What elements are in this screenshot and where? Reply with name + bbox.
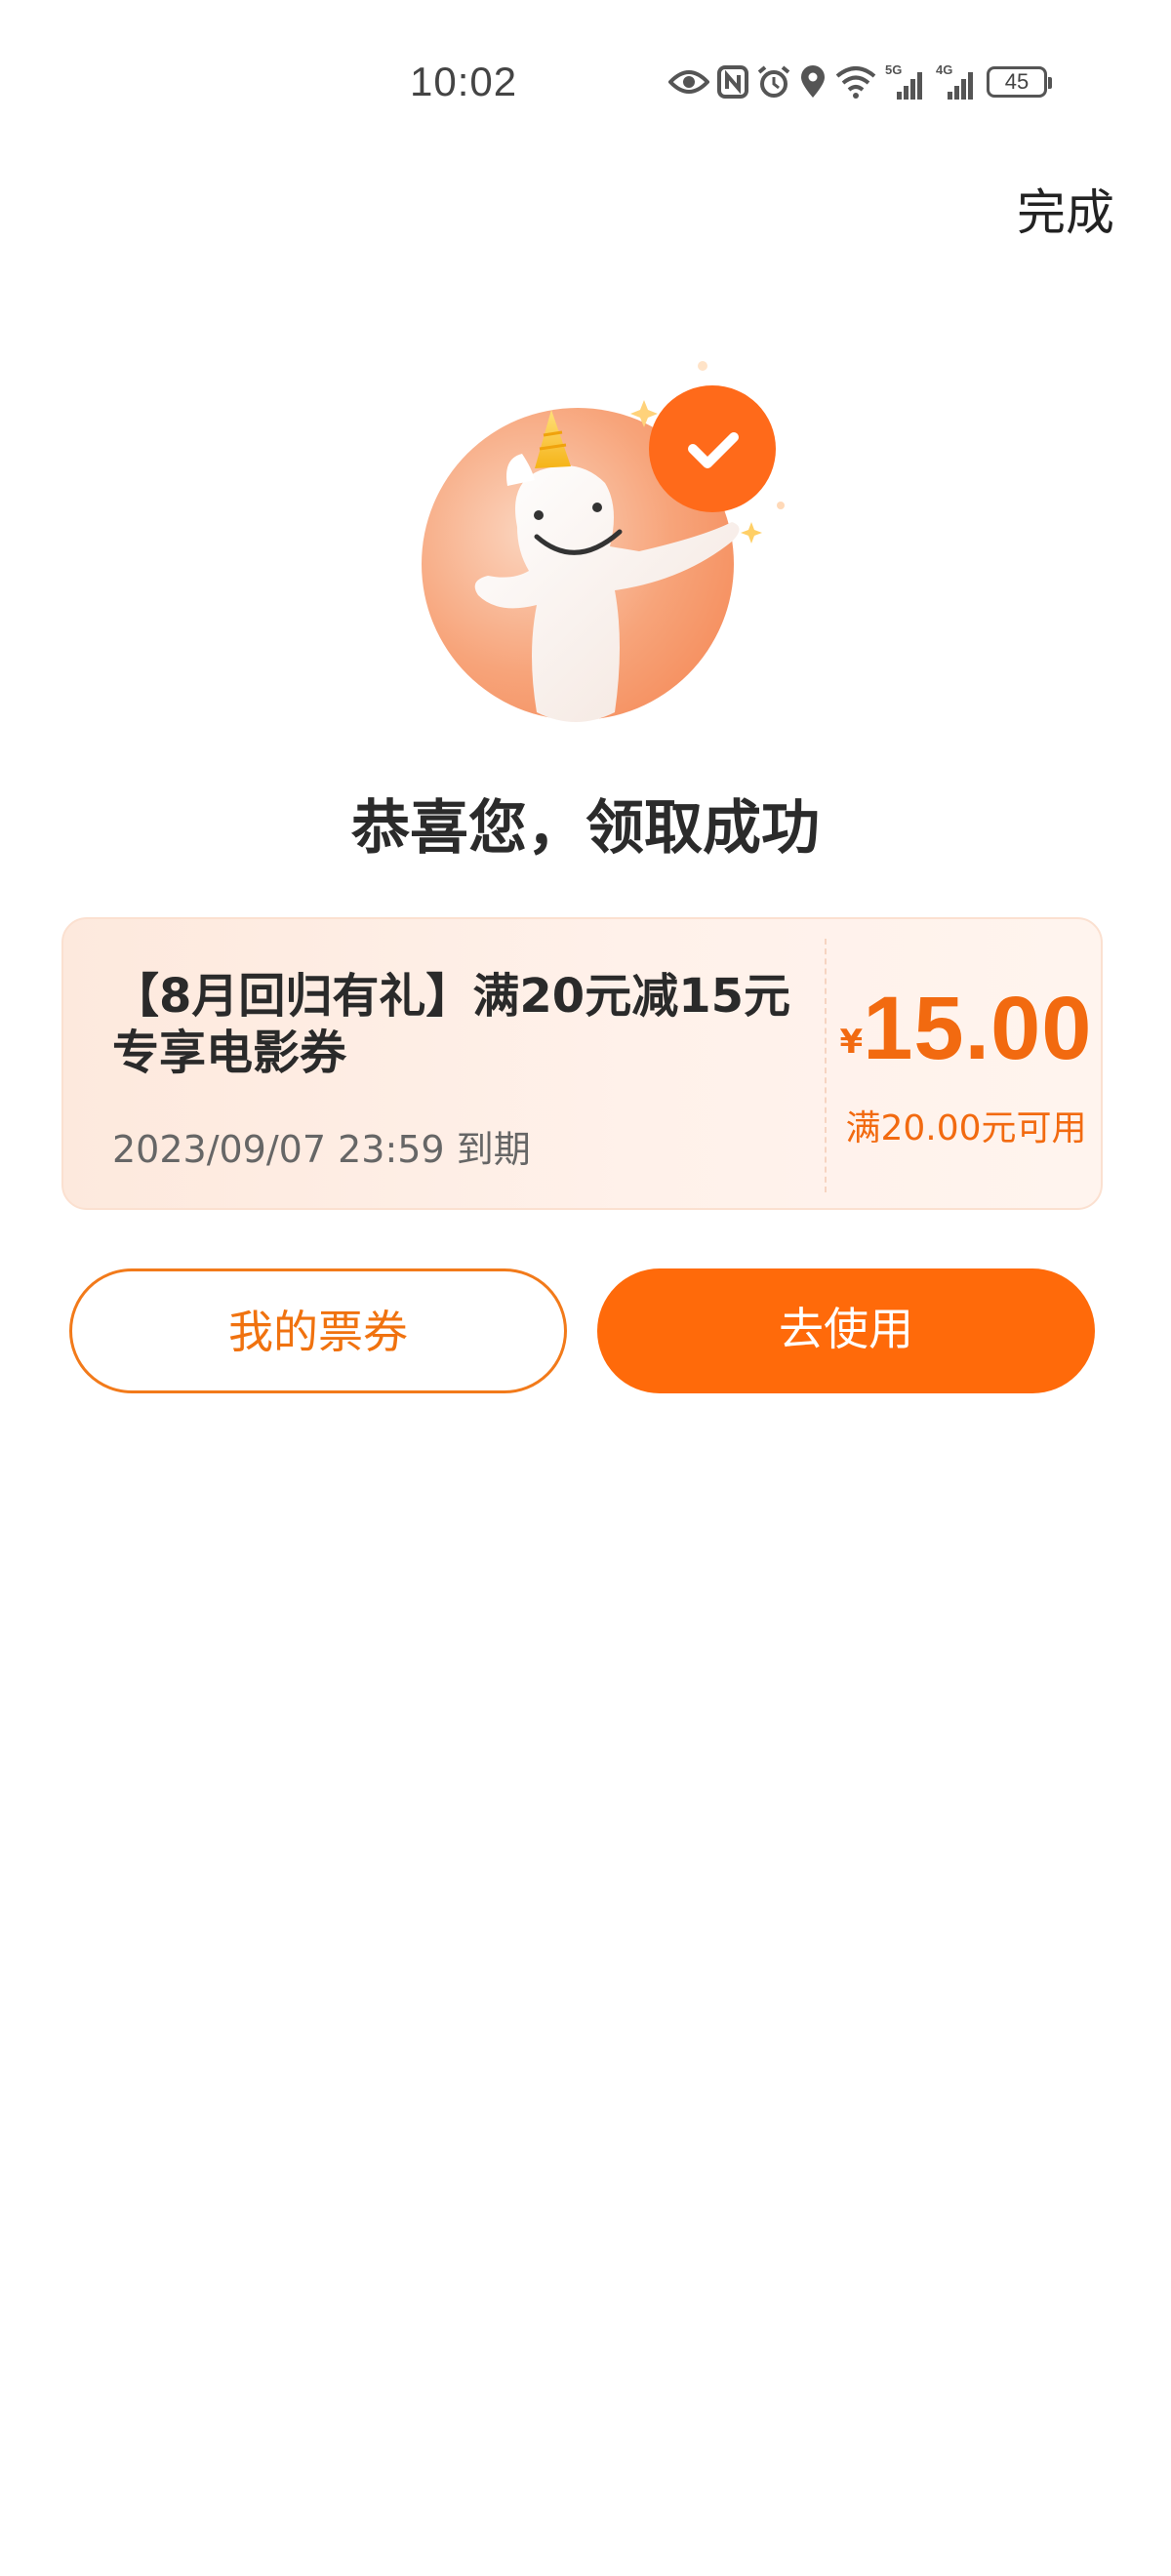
coupon-card[interactable]: 【8月回归有礼】满20元减15元专享电影券 2023/09/07 23:59 到… xyxy=(61,917,1103,1210)
coupon-price: ¥15.00 xyxy=(839,978,1093,1080)
my-tickets-button[interactable]: 我的票券 xyxy=(69,1268,567,1393)
currency-symbol: ¥ xyxy=(839,1023,864,1062)
location-icon xyxy=(801,65,825,98)
alarm-icon xyxy=(757,65,790,98)
done-button[interactable]: 完成 xyxy=(1017,174,1114,244)
signal-5g-icon: 5G xyxy=(885,62,922,100)
coupon-amount: 15.00 xyxy=(863,979,1093,1078)
battery-indicator: 45 xyxy=(987,66,1052,98)
status-time: 10:02 xyxy=(410,59,518,104)
status-icons: 5G 4G 45 xyxy=(668,60,1052,103)
coupon-title: 【8月回归有礼】满20元减15元专享电影券 xyxy=(112,969,790,1080)
coupon-divider xyxy=(825,939,827,1192)
coupon-condition: 满20.00元可用 xyxy=(845,1108,1087,1148)
success-title: 恭喜您，领取成功 xyxy=(351,794,820,863)
signal-4g-icon: 4G xyxy=(936,62,973,100)
coupon-expire-date: 2023/09/07 23:59 到期 xyxy=(112,1128,531,1171)
signal-5g-label: 5G xyxy=(885,62,902,77)
status-bar: 10:02 5G 4G 45 xyxy=(0,0,1171,166)
wifi-icon xyxy=(835,66,876,99)
eye-icon xyxy=(668,70,709,94)
use-coupon-button[interactable]: 去使用 xyxy=(597,1268,1095,1393)
signal-4g-label: 4G xyxy=(936,62,952,77)
nfc-icon xyxy=(717,65,748,99)
success-mascot-illustration xyxy=(422,361,785,722)
